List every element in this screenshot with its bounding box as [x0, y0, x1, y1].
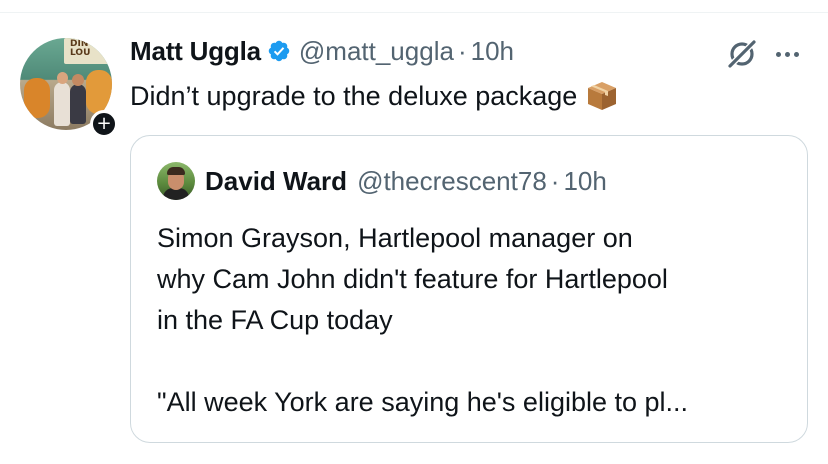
more-dot [776, 52, 781, 57]
tweet-time[interactable]: 10h [471, 36, 514, 67]
quoted-author-handle: @thecrescent78 [357, 165, 547, 196]
avatar-person-left [54, 82, 70, 126]
follow-plus-button[interactable]: + [90, 110, 118, 138]
quoted-avatar-hair [167, 167, 185, 175]
quoted-author-name: David Ward [205, 165, 348, 196]
quoted-text-line [157, 341, 688, 382]
quoted-tweet-header: David Ward @thecrescent78 · 10h [157, 162, 607, 200]
tweet-text: Didn’t upgrade to the deluxe package [130, 81, 578, 111]
tweet-body: Didn’t upgrade to the deluxe package [130, 78, 619, 114]
author-handle[interactable]: @matt_uggla [299, 36, 454, 67]
package-emoji-icon [588, 82, 617, 110]
avatar-mascot-right [86, 70, 112, 114]
quoted-text-line: in the FA Cup today [157, 305, 393, 335]
avatar-person-right [70, 84, 86, 124]
avatar-sign-text: DIN LOU [70, 39, 91, 58]
more-options-icon[interactable] [776, 52, 799, 57]
quoted-text-line: Simon Grayson, Hartlepool manager on [157, 223, 633, 253]
author-name[interactable]: Matt Uggla [130, 36, 261, 67]
more-dot [785, 52, 790, 57]
avatar-person-right-head [72, 74, 84, 86]
author-avatar[interactable]: DIN LOU + [20, 38, 118, 138]
quoted-tweet-time: 10h [563, 165, 607, 196]
more-dot [794, 52, 799, 57]
quoted-text-line: why Cam John didn't feature for Hartlepo… [157, 264, 668, 294]
tweet-header: Matt Uggla @matt_uggla · 10h [130, 34, 514, 68]
avatar-mascot-left [24, 78, 50, 118]
quoted-text-line: "All week York are saying he's eligible … [157, 387, 689, 417]
quoted-tweet-card[interactable]: David Ward @thecrescent78 · 10h Simon Gr… [130, 135, 808, 443]
verified-badge-icon[interactable] [267, 39, 291, 63]
timeline-divider [0, 12, 828, 13]
avatar-person-left-head [57, 72, 68, 84]
quoted-tweet-text: Simon Grayson, Hartlepool manager on why… [157, 218, 688, 423]
quoted-author-avatar [157, 162, 195, 200]
grok-icon[interactable] [726, 38, 758, 70]
quoted-header-separator: · [550, 165, 560, 196]
header-separator: · [457, 35, 467, 66]
